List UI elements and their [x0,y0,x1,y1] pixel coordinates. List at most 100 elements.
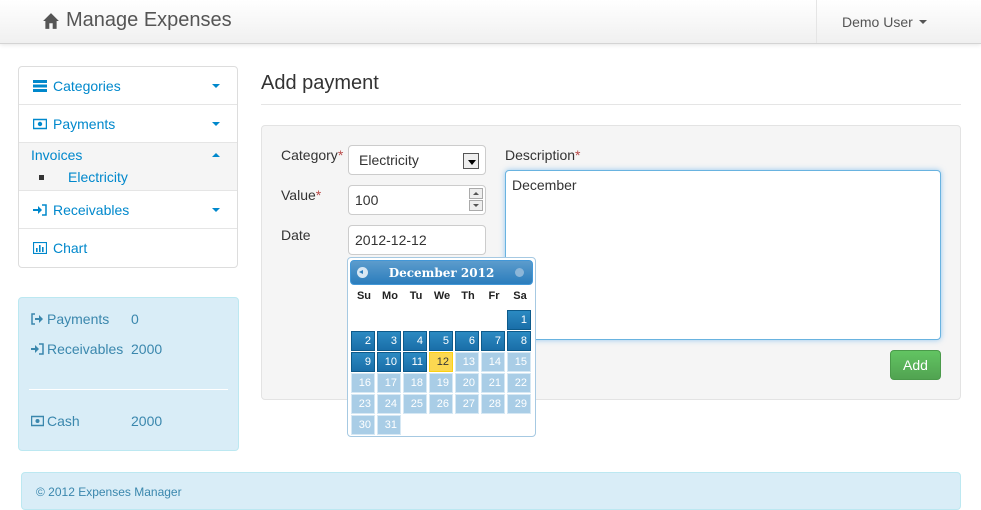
balance-summary: Payments 0 Receivables 2000 Cash 2000 [18,297,239,451]
day-cell: 30 [351,415,375,435]
summary-value: 2000 [131,413,163,429]
divider [261,104,961,105]
chart-icon [33,242,47,254]
empty-day [351,310,375,330]
navbar: Manage Expenses Demo User [0,0,981,44]
day-cell[interactable]: 9 [351,352,375,372]
sign-in-icon [33,203,47,216]
user-menu-dropdown[interactable]: Demo User [816,0,981,43]
summary-label: Cash [47,413,80,429]
sidebar-subitem-label: Electricity [68,169,128,185]
day-cell: 18 [403,373,427,393]
day-cell: 28 [481,394,505,414]
description-text: December [512,177,577,193]
empty-day [429,415,453,435]
empty-day [429,310,453,330]
user-name: Demo User [842,13,913,30]
day-cell[interactable]: 3 [377,331,401,351]
divider [29,389,228,390]
weekday-label: Mo [382,290,398,302]
category-select[interactable]: Electricity [348,145,486,175]
day-cell: 15 [507,352,531,372]
day-cell: 22 [507,373,531,393]
sidebar-item-chart[interactable]: Chart [19,229,237,267]
weekday-label: We [433,290,451,302]
day-cell[interactable]: 8 [507,331,531,351]
money-icon [31,415,44,427]
summary-receivables-row: Receivables 2000 [31,341,231,357]
sidebar-item-label: Receivables [53,201,130,218]
day-cell: 24 [377,394,401,414]
required-mark: * [575,147,581,163]
summary-value: 0 [131,311,139,327]
description-label: Description* [505,147,580,163]
footer-text: © 2012 Expenses Manager [36,485,182,499]
day-cell[interactable]: 1 [507,310,531,330]
spin-down-icon[interactable] [469,200,483,211]
next-month-icon[interactable] [515,268,524,277]
brand-title: Manage Expenses [66,9,232,31]
label-text: Category [281,147,338,163]
empty-day [403,310,427,330]
day-cell[interactable]: 7 [481,331,505,351]
sidebar-item-payments[interactable]: Payments [19,105,237,143]
day-cell[interactable]: 4 [403,331,427,351]
list-icon [33,79,47,92]
category-label: Category* [281,147,343,163]
dropdown-arrow-icon[interactable] [463,153,479,169]
datepicker-days: 1 2 3 4 5 6 7 8 9 10 11 12 13 14 15 16 17 18 19 20 21 22 23 24 2… [351,310,533,436]
sign-in-icon [31,343,44,355]
day-cell: 21 [481,373,505,393]
add-button[interactable]: Add [890,350,941,380]
category-selected-value: Electricity [359,152,419,168]
summary-label: Payments [47,311,110,327]
home-icon [43,12,59,29]
brand-link[interactable]: Manage Expenses [42,9,232,32]
datepicker: December 2012 Su Mo Tu We Th Fr Sa 1 2 3 4 5 6 7 8 9 10… [347,257,536,437]
caret-up-icon [212,153,220,157]
caret-down-icon [212,207,220,212]
day-cell: 13 [455,352,479,372]
day-cell[interactable]: 6 [455,331,479,351]
sidebar-nav: Categories Payments Invoices Electricity… [18,66,238,268]
sidebar-item-receivables[interactable]: Receivables [19,191,237,229]
required-mark: * [315,187,322,203]
day-cell: 23 [351,394,375,414]
day-cell[interactable]: 10 [377,352,401,372]
sidebar-subitem-electricity[interactable]: Electricity [31,169,225,185]
money-icon [33,118,47,129]
sidebar-item-categories[interactable]: Categories [19,67,237,105]
bullet-icon [39,174,44,180]
summary-label: Receivables [47,341,124,357]
spin-up-icon[interactable] [469,188,483,199]
day-cell: 17 [377,373,401,393]
day-cell[interactable]: 12 [429,352,453,372]
caret-down-icon [918,19,927,24]
caret-down-icon [212,121,220,126]
value-input[interactable]: 100 [348,185,486,215]
date-input[interactable]: 2012-12-12 [348,225,486,255]
label-text: Value [281,187,316,203]
sidebar-item-invoices[interactable]: Invoices Electricity [19,143,237,191]
prev-month-icon[interactable] [357,267,368,278]
date-label: Date [281,227,311,243]
description-textarea[interactable]: December [505,170,941,340]
label-text: Description [505,147,576,163]
day-cell: 16 [351,373,375,393]
empty-day [377,310,401,330]
required-mark: * [337,147,344,163]
weekday-label: Th [461,290,475,302]
value-label: Value* [281,187,321,203]
day-cell: 31 [377,415,401,435]
sign-out-icon [31,313,43,325]
summary-value: 2000 [131,341,163,357]
day-cell[interactable]: 2 [351,331,375,351]
number-spinner[interactable] [469,188,483,212]
datepicker-month-title: December 2012 [388,265,495,280]
day-cell[interactable]: 5 [429,331,453,351]
footer: © 2012 Expenses Manager [21,472,961,510]
empty-day [507,415,531,435]
day-cell: 25 [403,394,427,414]
day-cell[interactable]: 11 [403,352,427,372]
weekday-label: Su [356,290,372,302]
